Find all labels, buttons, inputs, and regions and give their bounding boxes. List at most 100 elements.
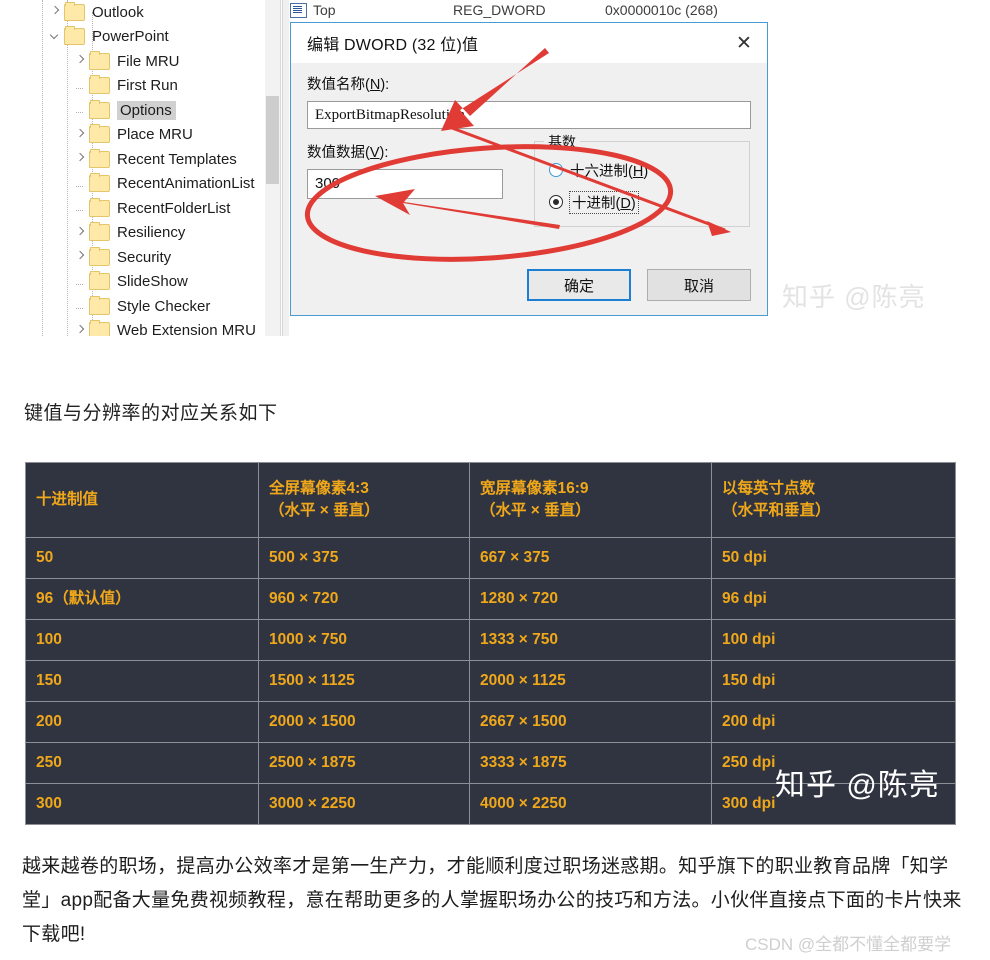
chevron-right-icon[interactable] <box>48 4 64 20</box>
ok-button[interactable]: 确定 <box>527 269 631 301</box>
folder-icon <box>64 1 85 21</box>
tree-item-options[interactable]: Options <box>18 98 280 123</box>
tree-item-recentfolderlist[interactable]: RecentFolderList <box>18 196 280 221</box>
tree-item-slideshow[interactable]: SlideShow <box>18 270 280 295</box>
csdn-watermark: CSDN @全都不懂全都要学 <box>745 935 952 954</box>
table-cell: 1000 × 750 <box>258 619 470 661</box>
value-name-label-post: ): <box>380 77 390 93</box>
radio-hex-label-pre: 十六进制( <box>570 163 633 180</box>
registry-tree-pane[interactable]: Outlook PowerPoint File MRU First Run Option… <box>18 0 281 336</box>
table-cell: 150 dpi <box>711 660 956 702</box>
value-data-label-pre: 数值数据( <box>307 145 370 161</box>
table-row: 100 1000 × 750 1333 × 750 100 dpi <box>25 619 956 661</box>
table-cell: 667 × 375 <box>469 537 712 579</box>
table-cell: 1500 × 1125 <box>258 660 470 702</box>
folder-icon <box>89 124 110 144</box>
tree-item-place-mru[interactable]: Place MRU <box>18 123 280 148</box>
tree-item-first-run[interactable]: First Run <box>18 74 280 99</box>
registry-tree-list[interactable]: Outlook PowerPoint File MRU First Run Option… <box>18 0 280 336</box>
radio-hexadecimal[interactable]: 十六进制(H) <box>549 157 749 183</box>
tree-vertical-scrollbar[interactable] <box>265 0 280 336</box>
tree-item-label: Web Extension MRU <box>117 322 256 336</box>
chevron-right-icon[interactable] <box>73 151 89 167</box>
radio-decimal-indicator[interactable] <box>549 195 563 209</box>
chevron-down-icon[interactable] <box>48 29 64 45</box>
folder-icon <box>89 222 110 242</box>
tree-item-label: Resiliency <box>117 224 186 242</box>
tree-item-label: Place MRU <box>117 126 193 144</box>
table-cell: 100 <box>25 619 259 661</box>
table-column-header: 宽屏幕像素16:9 （水平 × 垂直） <box>469 462 712 538</box>
table-cell: 500 × 375 <box>258 537 470 579</box>
tree-scrollbar-thumb[interactable] <box>266 96 279 184</box>
table-cell: 960 × 720 <box>258 578 470 620</box>
chevron-right-icon[interactable] <box>73 53 89 69</box>
table-row: 96（默认值） 960 × 720 1280 × 720 96 dpi <box>25 578 956 620</box>
value-data-label: 数值数据(V): <box>307 141 507 162</box>
radio-hexadecimal-label: 十六进制(H) <box>570 160 648 181</box>
tree-item-security[interactable]: Security <box>18 245 280 270</box>
table-header-row: 十进制值 全屏幕像素4:3 （水平 × 垂直） 宽屏幕像素16:9 （水平 × 垂直） 以… <box>25 462 956 538</box>
chevron-right-icon[interactable] <box>73 323 89 336</box>
tree-item-label: Options <box>117 100 176 120</box>
table-column-header: 以每英寸点数 （水平和垂直） <box>711 462 956 538</box>
value-type-cell: REG_DWORD <box>453 2 546 18</box>
table-cell: 1333 × 750 <box>469 619 712 661</box>
table-cell: 50 <box>25 537 259 579</box>
table-cell: 200 <box>25 701 259 743</box>
registry-value-row[interactable]: Top REG_DWORD 0x0000010c (268) <box>290 0 990 20</box>
value-data-cell: 0x0000010c (268) <box>605 2 718 18</box>
value-name-input[interactable]: ExportBitmapResolution <box>307 101 751 129</box>
table-cell: 2000 × 1125 <box>469 660 712 702</box>
tree-item-recent-templates[interactable]: Recent Templates <box>18 147 280 172</box>
zhihu-watermark-table: 知乎 @陈亮 <box>775 769 940 802</box>
tree-item-file-mru[interactable]: File MRU <box>18 49 280 74</box>
header-line-1: 全屏幕像素4:3 <box>269 479 369 497</box>
tree-item-style-checker[interactable]: Style Checker <box>18 294 280 319</box>
tree-leaf-connector-icon <box>73 200 89 216</box>
radio-decimal[interactable]: 十进制(D) <box>549 189 749 215</box>
dialog-lower-row: 数值数据(V): 300 基数 十六进制(H) 十进制(D) <box>307 132 751 227</box>
table-cell: 250 <box>25 742 259 784</box>
table-row: 200 2000 × 1500 2667 × 1500 200 dpi <box>25 701 956 743</box>
close-icon[interactable]: ✕ <box>721 25 767 61</box>
tree-item-web-extension-mru[interactable]: Web Extension MRU <box>18 319 280 336</box>
table-cell: 200 dpi <box>711 701 956 743</box>
tree-item-powerpoint[interactable]: PowerPoint <box>18 25 280 50</box>
folder-icon <box>89 271 110 291</box>
regedit-screenshot: Outlook PowerPoint File MRU First Run Option… <box>0 0 990 340</box>
table-cell: 150 <box>25 660 259 702</box>
dialog-titlebar[interactable]: 编辑 DWORD (32 位)值 ✕ <box>291 23 767 63</box>
tree-item-recentanimationlist[interactable]: RecentAnimationList <box>18 172 280 197</box>
tree-item-label: Style Checker <box>117 297 211 315</box>
table-row: 50 500 × 375 667 × 375 50 dpi <box>25 537 956 579</box>
radio-decimal-label: 十进制(D) <box>569 190 639 214</box>
cancel-button[interactable]: 取消 <box>647 269 751 301</box>
value-data-label-post: ): <box>379 145 389 161</box>
radio-hexadecimal-indicator[interactable] <box>549 163 563 177</box>
chevron-right-icon[interactable] <box>73 225 89 241</box>
table-cell: 1280 × 720 <box>469 578 712 620</box>
tree-item-outlook[interactable]: Outlook <box>18 0 280 25</box>
value-data-label-accesskey: V <box>369 145 380 161</box>
folder-icon <box>89 50 110 70</box>
value-data-input[interactable]: 300 <box>307 169 503 199</box>
tree-item-label: RecentAnimationList <box>117 175 255 193</box>
pane-splitter[interactable] <box>282 0 289 336</box>
tree-item-label: RecentFolderList <box>117 199 231 217</box>
table-cell: 2000 × 1500 <box>258 701 470 743</box>
tree-item-label: Recent Templates <box>117 150 237 168</box>
dword-value-icon <box>290 2 307 18</box>
table-cell: 96 dpi <box>711 578 956 620</box>
dialog-title: 编辑 DWORD (32 位)值 <box>307 37 479 54</box>
chevron-right-icon[interactable] <box>73 127 89 143</box>
radio-dec-accesskey: D <box>620 195 631 212</box>
edit-dword-dialog[interactable]: 编辑 DWORD (32 位)值 ✕ 数值名称(N): ExportBitmap… <box>290 22 768 316</box>
chevron-right-icon[interactable] <box>73 249 89 265</box>
tree-item-label: Security <box>117 248 172 266</box>
tree-item-resiliency[interactable]: Resiliency <box>18 221 280 246</box>
header-line-2: （水平 × 垂直） <box>480 502 591 519</box>
table-cell: 4000 × 2250 <box>469 783 712 825</box>
table-header: 十进制值 全屏幕像素4:3 （水平 × 垂直） 宽屏幕像素16:9 （水平 × 垂直） 以… <box>25 462 956 538</box>
caption-text: 键值与分辨率的对应关系如下 <box>24 403 278 424</box>
